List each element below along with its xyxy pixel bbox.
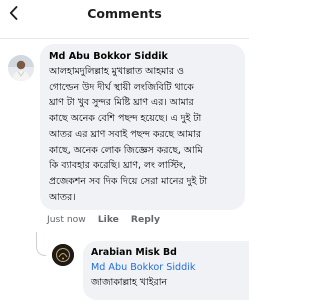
page-title: Comments <box>87 6 162 21</box>
tagged-user-link[interactable]: Md Abu Bokkor Siddik <box>91 260 241 275</box>
reply-author[interactable]: Arabian Misk Bd <box>91 246 241 260</box>
comment-text-line: ঘ্রাণ টা খুব সুন্দর মিষ্টি ঘ্রাণ এর। আমা… <box>49 97 194 109</box>
brand-logo-icon <box>52 244 74 266</box>
comment-text-line: কাছে অনেক বেশি পছন্দ হয়েছে। এ দুই টা <box>49 113 202 125</box>
comments-screen: Comments Md Abu Bokkor Siddik আলহামদুলিল… <box>0 0 249 300</box>
comment-text-line: প্রজেকশন সব দিক দিয়ে সেরা মানের দুই টা <box>49 175 208 187</box>
comment-text-line: আতর। <box>49 191 76 203</box>
header-divider <box>0 38 249 39</box>
comment-text-line: গোল্ডেন উদ দীর্ঘ স্থায়ী লংজিবিটি থাকে <box>49 81 194 93</box>
comment-text-line: আলহামদুলিল্লাহ মুখাল্লাত আহমার ও <box>49 66 184 77</box>
thread-connector <box>36 232 46 256</box>
reply-avatar[interactable] <box>52 244 74 266</box>
reply-bubble: Arabian Misk Bd Md Abu Bokkor Siddik জাজ… <box>83 241 249 300</box>
commenter-avatar[interactable] <box>8 55 34 81</box>
comment-text-line: কি ব্যাবহার করেছি। ঘ্রাণ, লং লাস্টিং, <box>49 160 186 172</box>
comment-author[interactable]: Md Abu Bokkor Siddik <box>49 49 236 64</box>
reply-text: জাজাকাল্লাহ খাইরান <box>91 277 168 288</box>
comment-timestamp: Just now <box>47 214 86 225</box>
reply-button[interactable]: Reply <box>131 213 160 227</box>
comment-text-line: আতর এর ঘ্রাণ সবাই পছন্দ করছে আমার <box>49 128 201 140</box>
comment-text-line: কাছে, অনেক লোক জিজ্ঞেস করছে, আমি <box>49 144 203 156</box>
header-bar: Comments <box>0 0 249 27</box>
comment-bubble: Md Abu Bokkor Siddik আলহামদুলিল্লাহ মুখা… <box>40 44 245 210</box>
like-button[interactable]: Like <box>98 213 119 227</box>
comment-actions: Just now Like Reply <box>47 213 160 227</box>
avatar-photo <box>8 55 34 81</box>
